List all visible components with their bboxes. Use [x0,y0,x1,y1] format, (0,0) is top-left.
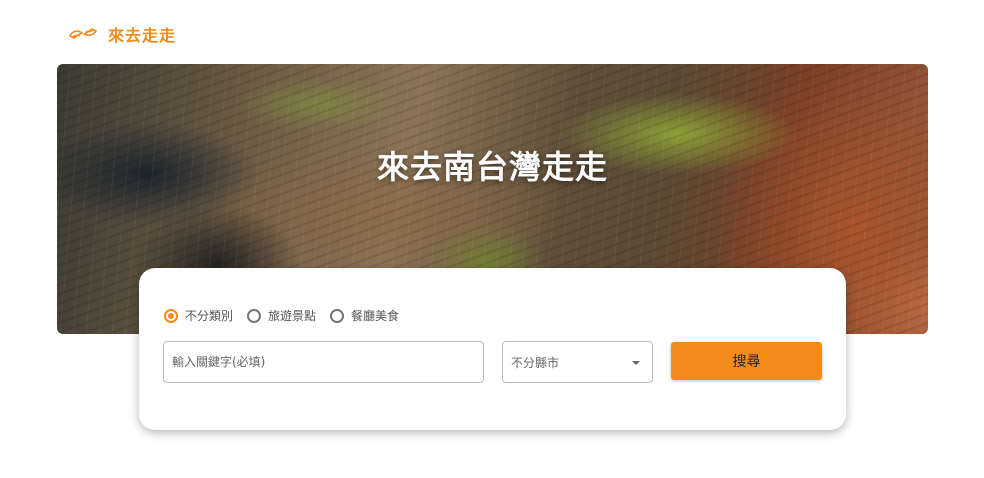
radio-unchecked-icon[interactable] [330,308,345,323]
radio-option-attractions[interactable]: 旅遊景點 [247,307,316,324]
radio-checked-icon[interactable] [164,308,178,323]
dropdown-caret-icon [632,361,640,365]
radio-option-all[interactable]: 不分類別 [164,307,233,324]
search-card: 不分類別 旅遊景點 餐廳美食 不分縣市 搜尋 [139,268,846,430]
radio-dot-icon [168,312,174,319]
hero-title: 來去南台灣走走 [376,148,608,186]
city-select-value: 不分縣市 [511,355,560,370]
radio-label-attractions: 旅遊景點 [268,309,317,323]
keyword-input[interactable] [163,341,484,383]
radio-option-restaurants[interactable]: 餐廳美食 [330,307,399,324]
site-name: 來去走走 [108,26,177,45]
city-select[interactable]: 不分縣市 [502,341,653,383]
search-button[interactable]: 搜尋 [671,342,822,380]
page: 來去走走 來去南台灣走走 不分類別 旅遊景點 餐廳美食 不分縣市 搜尋 [0,0,984,478]
radio-label-restaurants: 餐廳美食 [351,309,400,323]
radio-label-all: 不分類別 [185,309,234,323]
radio-unchecked-icon[interactable] [247,308,262,323]
site-logo-link[interactable]: 來去走走 [68,22,176,46]
category-radio-group: 不分類別 旅遊景點 餐廳美食 [164,307,399,324]
hands-logo-icon [69,28,97,39]
